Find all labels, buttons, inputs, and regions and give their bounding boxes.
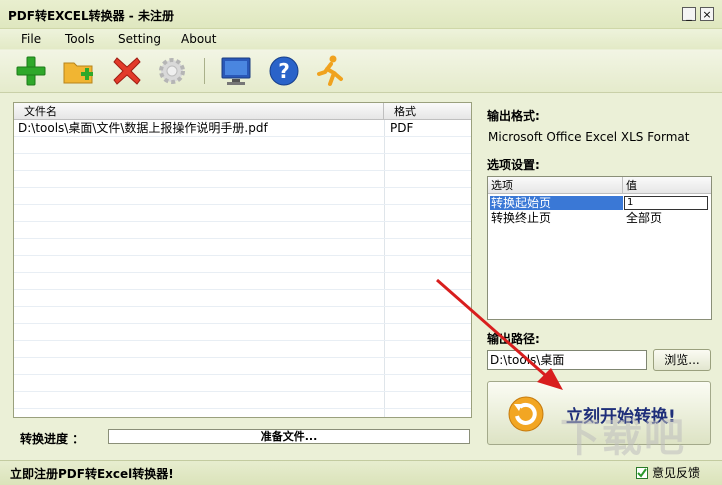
table-row [14,205,471,222]
table-row [14,324,471,341]
add-folder-icon[interactable] [62,54,96,88]
table-row [14,239,471,256]
add-file-icon[interactable] [14,54,48,88]
menu-tools[interactable]: Tools [63,31,97,47]
menu-file[interactable]: File [19,31,43,47]
options-label: 选项设置: [487,158,540,172]
table-row [14,358,471,375]
help-icon[interactable]: ? [267,54,301,88]
close-button[interactable]: × [700,7,714,21]
checkbox-icon[interactable] [636,467,648,479]
browse-button[interactable]: 浏览... [653,349,711,371]
svg-text:?: ? [278,59,290,83]
table-row [14,307,471,324]
table-row [14,375,471,392]
option-header-value: 值 [623,177,711,194]
minimize-button[interactable]: _ [682,7,696,21]
menu-bar: File Tools Setting About [0,29,722,49]
file-format-cell: PDF [390,121,414,135]
table-row [14,137,471,154]
table-row [14,392,471,409]
table-row [14,273,471,290]
menu-setting[interactable]: Setting [116,31,163,47]
table-row [14,188,471,205]
file-list[interactable]: 文件名 格式 D:\tools\桌面\文件\数据上报操作说明手册.pdf PDF [13,102,472,418]
table-row [14,154,471,171]
status-bar: 立即注册PDF转Excel转换器! 意见反馈 [0,460,722,485]
progress-label: 转换进度 ： [20,432,85,446]
runner-icon[interactable] [313,54,347,88]
table-row[interactable]: D:\tools\桌面\文件\数据上报操作说明手册.pdf PDF [14,120,471,137]
file-name-cell: D:\tools\桌面\文件\数据上报操作说明手册.pdf [18,121,268,135]
table-row [14,256,471,273]
refresh-icon [508,396,544,432]
option-header-name: 选项 [488,177,623,194]
menu-about[interactable]: About [179,31,218,47]
table-row [14,290,471,307]
output-format-label: 输出格式: [487,109,540,123]
toolbar: ? [0,50,722,93]
table-row [14,171,471,188]
annotation-arrow-icon [436,278,563,390]
watermark: 下载吧 [560,415,686,461]
register-link[interactable]: 立即注册PDF转Excel转换器! [10,465,174,482]
option-value-start-page[interactable]: 1 [624,196,708,210]
output-format-value: Microsoft Office Excel XLS Format [488,130,690,144]
option-value-end-page[interactable]: 全部页 [626,211,662,225]
gear-icon[interactable] [155,54,189,88]
title-bar: PDF转EXCEL转换器 - 未注册 _ × [0,0,722,29]
table-row [14,341,471,358]
progress-bar: 准备文件... [108,429,470,444]
monitor-icon[interactable] [219,54,253,88]
delete-icon[interactable] [110,54,144,88]
table-row [14,222,471,239]
feedback-link[interactable]: 意见反馈 [652,464,700,481]
window-title: PDF转EXCEL转换器 - 未注册 [8,9,174,23]
toolbar-separator [204,58,205,84]
column-header-filename[interactable]: 文件名 [14,103,384,120]
column-header-format[interactable]: 格式 [384,103,471,120]
option-row-end-page[interactable]: 转换终止页 [491,211,551,225]
option-row-start-page[interactable]: 转换起始页 [490,196,623,210]
